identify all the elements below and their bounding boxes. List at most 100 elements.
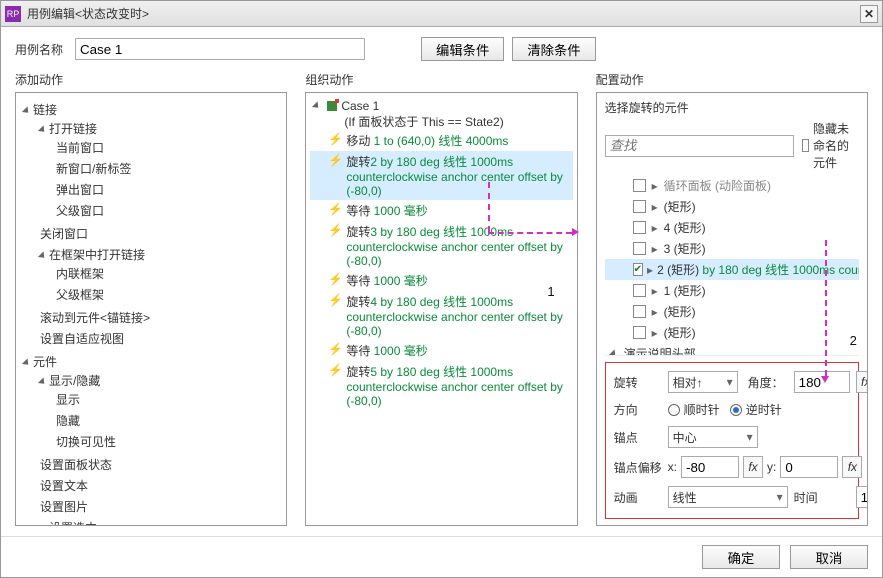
add-action-title: 添加动作 — [15, 71, 287, 88]
bolt-icon: ⚡ — [328, 363, 340, 377]
tree-hide[interactable]: 隐藏 — [56, 410, 282, 431]
tree-open-link[interactable]: 打开链接 当前窗口 新窗口/新标签 弹出窗口 父级窗口 — [40, 118, 282, 223]
time-label: 时间 — [794, 489, 850, 506]
search-input[interactable] — [605, 135, 794, 157]
action-text: 等待 1000 毫秒 — [346, 342, 427, 359]
widget-checkbox[interactable] — [633, 242, 646, 255]
widget-item-0[interactable]: ▸ (矩形) — [605, 196, 859, 217]
tree-popup[interactable]: 弹出窗口 — [56, 179, 282, 200]
offset-x-fx-button[interactable]: fx — [743, 456, 763, 478]
widget-label: 1 (矩形) — [664, 282, 706, 299]
offset-y-input[interactable] — [780, 456, 838, 478]
collapse-icon: ▸ — [650, 200, 660, 214]
anchor-offset-label: 锚点偏移 — [614, 459, 662, 476]
offset-x-input[interactable] — [681, 456, 739, 478]
clear-condition-button[interactable]: 清除条件 — [512, 37, 595, 61]
action-item-6[interactable]: ⚡ 等待 1000 毫秒 — [310, 340, 572, 361]
hide-unnamed-checkbox[interactable]: 隐藏未命名的元件 — [802, 120, 859, 171]
config-box: 旋转 相对↑▾ 角度： fx 方向 顺时针 逆时针 锚点 中心▾ 锚点偏移 — [605, 362, 859, 519]
tree-new-window[interactable]: 新窗口/新标签 — [56, 158, 282, 179]
widget-label: (矩形) — [664, 198, 696, 215]
widget-checkbox[interactable] — [633, 200, 646, 213]
tree-open-in-iframe[interactable]: 在框架中打开链接 内联框架 父级框架 — [40, 244, 282, 307]
cancel-button[interactable]: 取消 — [790, 545, 868, 569]
organize-action-panel: Case 1 (If 面板状态于 This == State2) ⚡移动 1 t… — [305, 92, 577, 526]
tree-current-window[interactable]: 当前窗口 — [56, 137, 282, 158]
action-text: 旋转3 by 180 deg 线性 1000ms counterclockwis… — [346, 223, 570, 268]
tree-set-adaptive[interactable]: 设置自适应视图 — [40, 328, 282, 349]
tree-parent-frame[interactable]: 父级框架 — [56, 284, 282, 305]
action-item-3[interactable]: ⚡旋转3 by 180 deg 线性 1000ms counterclockwi… — [310, 221, 572, 270]
edit-condition-button[interactable]: 编辑条件 — [421, 37, 504, 61]
widget-label: (矩形) — [664, 303, 696, 320]
bolt-icon: ⚡ — [328, 153, 340, 167]
configure-action-title: 配置动作 — [596, 71, 868, 88]
action-text: 等待 1000 毫秒 — [346, 272, 427, 289]
ok-button[interactable]: 确定 — [702, 545, 780, 569]
tree-set-panel-state[interactable]: 设置面板状态 — [40, 454, 282, 475]
collapse-icon: ▸ — [650, 284, 660, 298]
angle-input[interactable] — [794, 371, 850, 393]
case-name-input[interactable] — [75, 38, 365, 60]
tree-close-window[interactable]: 关闭窗口 — [40, 223, 282, 244]
offset-y-fx-button[interactable]: fx — [842, 456, 862, 478]
add-action-panel: 链接 打开链接 当前窗口 新窗口/新标签 弹出窗口 父级窗口 关闭窗口 — [15, 92, 287, 526]
collapse-icon: ▸ — [650, 305, 660, 319]
action-item-4[interactable]: ⚡ 等待 1000 毫秒 — [310, 270, 572, 291]
tree-toggle-vis[interactable]: 切换可见性 — [56, 431, 282, 452]
case-label: Case 1 — [341, 99, 379, 113]
titlebar: RP 用例编辑<状态改变时> ✕ — [1, 1, 882, 27]
widget-checkbox[interactable] — [633, 221, 646, 234]
action-item-0[interactable]: ⚡移动 1 to (640,0) 线性 4000ms — [310, 130, 572, 151]
case-node[interactable]: Case 1 — [310, 99, 572, 113]
app-icon: RP — [5, 6, 21, 22]
tree-scroll-to[interactable]: 滚动到元件<锚链接> — [40, 307, 282, 328]
widget-checkbox[interactable] — [633, 326, 646, 339]
action-item-2[interactable]: ⚡等待 1000 毫秒 — [310, 200, 572, 221]
tree-show-hide[interactable]: 显示/隐藏 显示 隐藏 切换可见性 — [40, 370, 282, 454]
widget-item-2[interactable]: ▸3 (矩形) — [605, 238, 859, 259]
widget-label: 2 (矩形) by 180 deg 线性 1000ms counterclock… — [657, 261, 859, 278]
action-text: 移动 1 to (640,0) 线性 4000ms — [346, 132, 508, 149]
widget-checkbox[interactable] — [633, 263, 643, 276]
cw-radio[interactable]: 顺时针 — [668, 401, 720, 418]
widget-item-5[interactable]: ▸ (矩形) — [605, 301, 859, 322]
tree-widgets[interactable]: 元件 显示/隐藏 显示 隐藏 切换可见性 设置面板状态 设置文本 — [24, 351, 282, 526]
bolt-icon: ⚡ — [328, 293, 340, 307]
action-item-1[interactable]: ⚡ 旋转2 by 180 deg 线性 1000ms counterclockwi… — [310, 151, 572, 200]
anchor-label: 锚点 — [614, 429, 662, 446]
widget-checkbox[interactable] — [633, 305, 646, 318]
collapse-icon: ▸ — [650, 242, 660, 256]
tree-parent-window[interactable]: 父级窗口 — [56, 200, 282, 221]
tree-inline-frame[interactable]: 内联框架 — [56, 263, 282, 284]
rotate-mode-select[interactable]: 相对↑▾ — [668, 371, 738, 393]
ccw-radio[interactable]: 逆时针 — [730, 401, 782, 418]
widget-checkbox[interactable] — [633, 284, 646, 297]
select-widget-label: 选择旋转的元件 — [605, 99, 859, 116]
tree-links[interactable]: 链接 打开链接 当前窗口 新窗口/新标签 弹出窗口 父级窗口 关闭窗口 — [24, 99, 282, 351]
action-text: 旋转2 by 180 deg 线性 1000ms counterclockwis… — [346, 153, 570, 198]
bolt-icon: ⚡ — [328, 272, 340, 286]
footer: 确定 取消 — [1, 536, 882, 577]
tree-set-text[interactable]: 设置文本 — [40, 475, 282, 496]
animation-select[interactable]: 线性▾ — [668, 486, 788, 508]
widget-item-3[interactable]: ▸2 (矩形) by 180 deg 线性 1000ms countercloc… — [605, 259, 859, 280]
angle-fx-button[interactable]: fx — [856, 371, 868, 393]
time-input[interactable] — [856, 486, 868, 508]
tree-set-selected[interactable]: 设置选中 — [40, 517, 282, 526]
widget-item-1[interactable]: ▸4 (矩形) — [605, 217, 859, 238]
case-condition: (If 面板状态于 This == State2) — [310, 113, 572, 130]
case-name-row: 用例名称 编辑条件 清除条件 — [1, 27, 882, 71]
widget-item-6[interactable]: ▸(矩形) — [605, 322, 859, 343]
action-item-5[interactable]: ⚡旋转4 by 180 deg 线性 1000ms counterclockwi… — [310, 291, 572, 340]
bolt-icon: ⚡ — [328, 342, 340, 356]
action-item-7[interactable]: ⚡ 旋转5 by 180 deg 线性 1000ms counterclockwi… — [310, 361, 572, 410]
action-text: 旋转5 by 180 deg 线性 1000ms counterclockwis… — [346, 363, 570, 408]
close-icon[interactable]: ✕ — [860, 5, 878, 23]
anchor-select[interactable]: 中心▾ — [668, 426, 758, 448]
widget-item-4[interactable]: ▸ 1 (矩形) — [605, 280, 859, 301]
section-header-2[interactable]: 演示说明头部 — [605, 343, 859, 356]
tree-show[interactable]: 显示 — [56, 389, 282, 410]
annotation-1: 1 — [547, 284, 554, 299]
tree-set-image[interactable]: 设置图片 — [40, 496, 282, 517]
